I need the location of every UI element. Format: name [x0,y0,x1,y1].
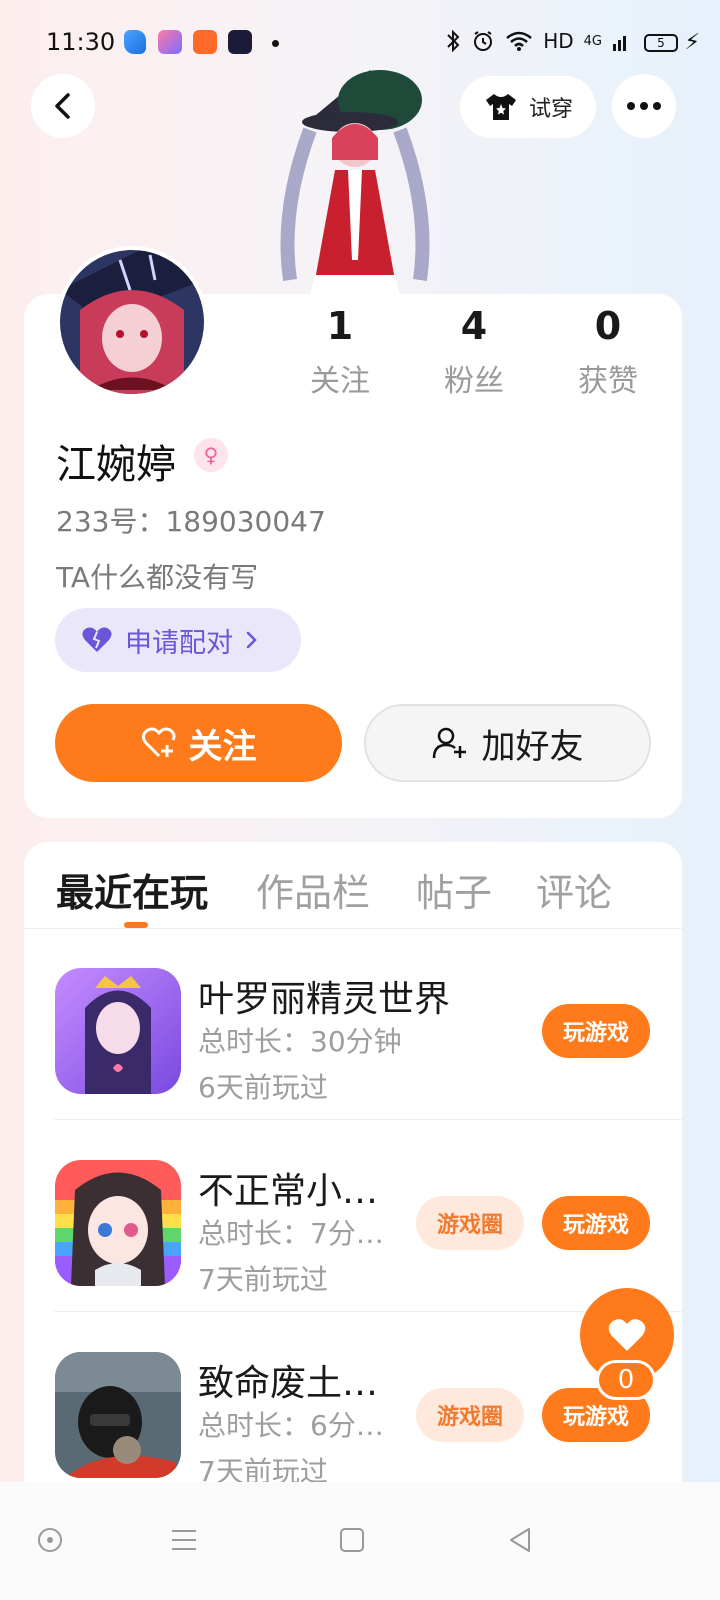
character-figure [270,60,440,300]
game-icon [55,1352,181,1478]
game-duration: 总时长：30分钟 [198,1025,402,1058]
more-icon [627,102,661,110]
avatar[interactable] [56,246,208,398]
apply-pair-button[interactable]: 申请配对 [55,608,301,672]
like-count-badge: 0 [596,1360,656,1400]
wifi-icon [506,31,532,51]
app-notification-icon [228,30,252,54]
apply-pair-label: 申请配对 [125,627,233,659]
more-notifications-dot [272,40,279,47]
battery-icon: 5 [644,34,678,52]
charging-icon: ⚡ [684,30,700,55]
list-item[interactable]: 叶罗丽精灵世界 总时长：30分钟 6天前玩过 玩游戏 [24,930,682,1120]
game-last-played: 6天前玩过 [198,1071,328,1104]
system-nav-bar [0,1482,720,1600]
status-icons: HD 4G [445,29,630,53]
game-duration: 总时长：7分… [198,1217,384,1250]
profile-id: 233号：189030047 [56,505,326,538]
alarm-icon [474,31,493,51]
game-title: 不正常小… [198,1171,379,1212]
bluetooth-icon [447,29,460,53]
status-time: 11:30 [46,28,116,56]
network-label: HD [543,29,574,53]
app-notification-icon [158,30,182,54]
signal-type: 4G [583,33,602,49]
follow-label: 关注 [188,726,257,767]
profile-bio: TA什么都没有写 [56,561,259,594]
stat-likes-label: 获赞 [578,364,638,399]
profile-name: 江婉婷 [56,442,176,488]
add-user-icon [432,727,466,759]
try-on-button[interactable]: 试穿 [460,76,596,138]
stat-fans[interactable]: 4 粉丝 [424,304,524,400]
square-icon[interactable] [332,1520,372,1560]
list-item[interactable]: 不正常小… 总时长：7分… 7天前玩过 游戏圈 玩游戏 [24,1122,682,1312]
tab-works[interactable]: 作品栏 [256,862,370,917]
app-notification-icon [124,30,146,54]
add-friend-button[interactable]: 加好友 [364,704,651,782]
divider [24,928,682,929]
tshirt-icon [485,94,516,120]
menu-icon[interactable] [164,1520,204,1560]
heart-plus-icon [141,727,175,758]
game-circle-button[interactable]: 游戏圈 [416,1388,524,1442]
signal-icon [613,36,626,51]
game-last-played: 7天前玩过 [198,1263,328,1296]
broken-heart-icon [82,627,112,652]
game-icon [55,1160,181,1286]
game-title: 叶罗丽精灵世界 [198,979,451,1020]
game-circle-button[interactable]: 游戏圈 [416,1196,524,1250]
stat-following-label: 关注 [310,364,370,399]
game-icon [55,968,181,1094]
stat-following-value: 1 [326,304,354,348]
app-notification-icon [193,30,217,54]
game-duration: 总时长：6分… [198,1409,384,1442]
back-button[interactable] [31,74,95,138]
play-game-button[interactable]: 玩游戏 [542,1196,650,1250]
female-icon: ♀ [194,438,228,472]
stat-likes[interactable]: 0 获赞 [558,304,658,400]
stat-fans-value: 4 [460,304,488,348]
more-button[interactable] [612,74,676,138]
stat-fans-label: 粉丝 [444,364,504,399]
home-circle-icon[interactable] [30,1520,70,1560]
follow-button[interactable]: 关注 [55,704,342,782]
tab-posts[interactable]: 帖子 [416,862,492,917]
tab-recently-played[interactable]: 最近在玩 [56,862,208,917]
heart-icon [608,1319,646,1351]
back-triangle-icon[interactable] [500,1520,540,1560]
game-title: 致命废土… [198,1363,379,1404]
add-friend-label: 加好友 [481,726,584,767]
chevron-right-icon [246,631,257,649]
play-game-button[interactable]: 玩游戏 [542,1004,650,1058]
tab-comments[interactable]: 评论 [536,862,612,917]
try-on-label: 试穿 [528,97,573,122]
stat-following[interactable]: 1 关注 [290,304,390,400]
chevron-left-icon [55,93,70,119]
divider [54,1119,682,1120]
stat-likes-value: 0 [594,304,622,348]
